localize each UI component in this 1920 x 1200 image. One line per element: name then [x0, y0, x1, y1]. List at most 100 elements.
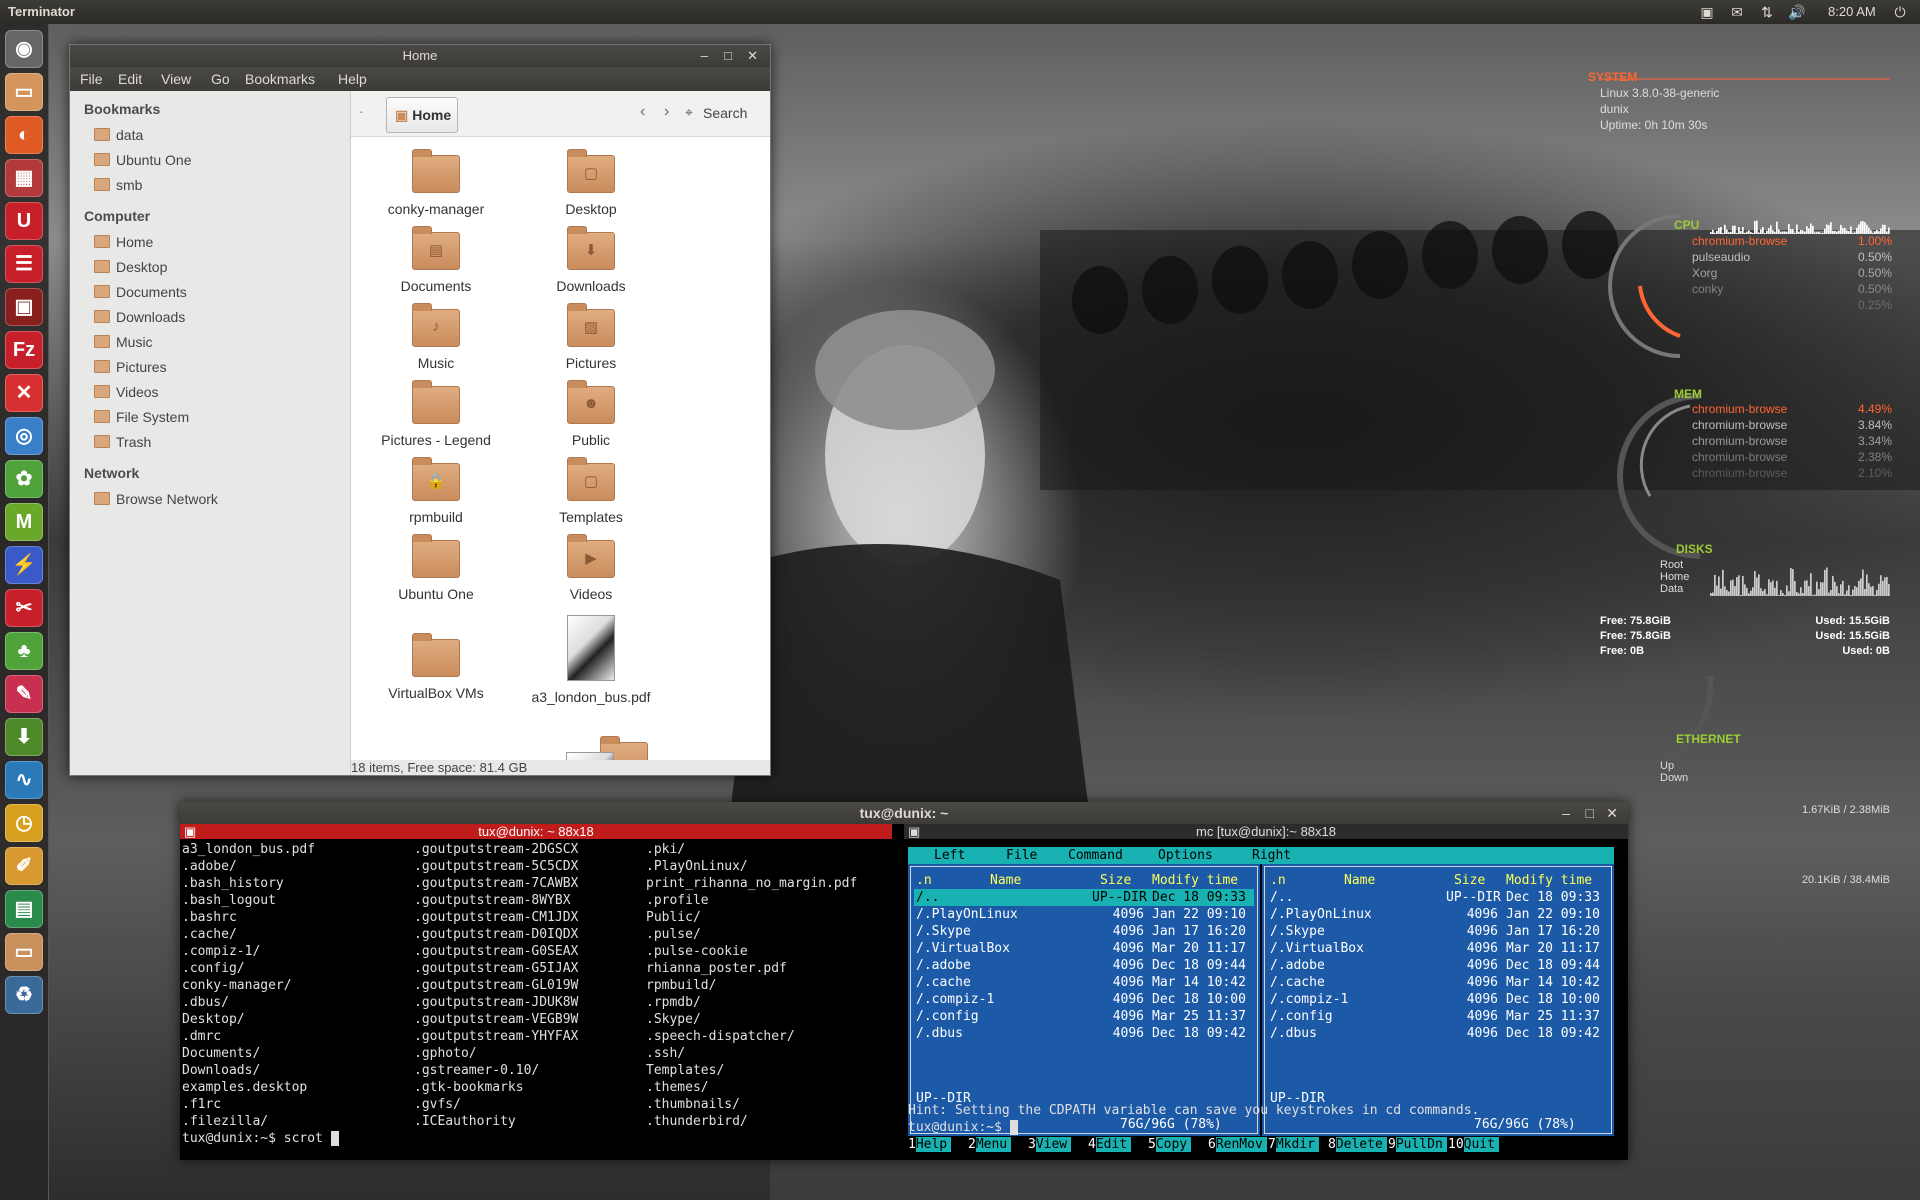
clock[interactable]: 8:20 AM	[1828, 4, 1876, 19]
file-item[interactable]: 🔒 rpmbuild	[361, 453, 511, 525]
file-item[interactable]: ▤ Documents	[361, 222, 511, 294]
brush-icon[interactable]: ✎	[5, 675, 43, 713]
files-icon[interactable]: ▭	[5, 73, 43, 111]
maximize-icon[interactable]: □	[724, 45, 732, 67]
sidebar-item-documents[interactable]: Documents	[94, 282, 187, 302]
download-icon[interactable]: ⬇	[5, 718, 43, 756]
mc-fkey-quit[interactable]: 10Quit	[1448, 1136, 1499, 1153]
monitor-icon[interactable]: ∿	[5, 761, 43, 799]
mc-file-row[interactable]: /.cache 4096 Mar 14 10:42	[914, 974, 1254, 991]
mc-file-row[interactable]: /.config 4096 Mar 25 11:37	[1268, 1008, 1608, 1025]
sidebar-item-smb[interactable]: smb	[94, 175, 142, 195]
file-item[interactable]: ♪ Music	[361, 299, 511, 371]
clock-app-icon[interactable]: ◷	[5, 804, 43, 842]
flower-icon[interactable]: ✿	[5, 460, 43, 498]
mc-fkey-delete[interactable]: 8Delete	[1328, 1136, 1387, 1153]
file-item[interactable]: ▨ Pictures	[516, 299, 666, 371]
mc-menu-left[interactable]: Left	[934, 847, 965, 864]
menu-file[interactable]: File	[80, 71, 103, 87]
search-button[interactable]: Search	[703, 105, 747, 121]
mc-file-row[interactable]: /.PlayOnLinux 4096 Jan 22 09:10	[1268, 906, 1608, 923]
mc-fkey-copy[interactable]: 5Copy	[1148, 1136, 1192, 1153]
volume-icon[interactable]: 🔊	[1787, 2, 1807, 22]
apps-icon[interactable]: ▦	[5, 159, 43, 197]
editor-icon[interactable]: ✐	[5, 847, 43, 885]
network-indicator-icon[interactable]: ⇅	[1757, 2, 1777, 22]
sidebar-item-desktop[interactable]: Desktop	[94, 257, 167, 277]
terminal-icon[interactable]: ▣	[5, 288, 43, 326]
chromium-icon[interactable]: ◎	[5, 417, 43, 455]
mc-file-row[interactable]: /.. UP--DIR Dec 18 09:33	[1268, 889, 1608, 906]
ubuntu-one-icon[interactable]: U	[5, 202, 43, 240]
minimize-icon[interactable]: –	[1562, 802, 1570, 824]
mc-file-row[interactable]: /.Skype 4096 Jan 17 16:20	[914, 923, 1254, 940]
terminal-left-pane[interactable]: a3_london_bus.pdf .adobe/ .bash_history .ba…	[180, 839, 892, 1160]
file-item[interactable]: Ubuntu One	[361, 530, 511, 602]
menu-edit[interactable]: Edit	[118, 71, 142, 87]
mc-fkey-renmov[interactable]: 6RenMov	[1208, 1136, 1267, 1153]
mc-file-row[interactable]: /.Skype 4096 Jan 17 16:20	[1268, 923, 1608, 940]
menu-bookmarks[interactable]: Bookmarks	[245, 71, 315, 87]
terminal-group-icon[interactable]: ▣	[184, 824, 196, 839]
tools-icon[interactable]: ✂	[5, 589, 43, 627]
mc-fkey-pulldn[interactable]: 9PullDn	[1388, 1136, 1447, 1153]
mail-icon[interactable]: ✉	[1727, 2, 1747, 22]
terminator-titlebar[interactable]: tux@dunix: ~ – □ ✕	[180, 802, 1628, 824]
mc-menu-file[interactable]: File	[1006, 847, 1037, 864]
back-icon[interactable]: ‹	[640, 103, 645, 121]
sidebar-item-data[interactable]: data	[94, 125, 143, 145]
file-item[interactable]: VirtualBox VMs	[361, 615, 511, 701]
sidebar-item-browse-network[interactable]: Browse Network	[94, 489, 218, 509]
sidebar-item-ubuntu-one[interactable]: Ubuntu One	[94, 150, 192, 170]
mc-file-row[interactable]: /.VirtualBox 4096 Mar 20 11:17	[914, 940, 1254, 957]
close-icon[interactable]: ✕	[747, 45, 758, 67]
mc-file-row[interactable]: /.adobe 4096 Dec 18 09:44	[1268, 957, 1608, 974]
sidebar-item-downloads[interactable]: Downloads	[94, 307, 185, 327]
network-tool-icon[interactable]: ⚡	[5, 546, 43, 584]
terminal-left-titlebar[interactable]: ▣ tux@dunix: ~ 88x18	[180, 824, 892, 839]
dash-home-icon[interactable]: ◉	[5, 30, 43, 68]
terminal-group-icon[interactable]: ▣	[908, 824, 920, 839]
minimize-icon[interactable]: –	[701, 45, 708, 67]
file-item[interactable]: ▶ Videos	[516, 530, 666, 602]
mc-fkey-help[interactable]: 1Help	[908, 1136, 952, 1153]
mc-file-row[interactable]: /.. UP--DIR Dec 18 09:33	[914, 889, 1254, 906]
trash-icon[interactable]: ♻	[5, 976, 43, 1014]
file-item[interactable]: ▢ Templates	[516, 453, 666, 525]
settings-icon[interactable]: ☰	[5, 245, 43, 283]
terminal-right-pane[interactable]: Left File Command Options Right .n Name Size Mo…	[904, 839, 1628, 1160]
mc-file-row[interactable]: /.compiz-1 4096 Dec 18 10:00	[1268, 991, 1608, 1008]
mc-file-row[interactable]: /.PlayOnLinux 4096 Jan 22 09:10	[914, 906, 1254, 923]
fm-titlebar[interactable]: Home – □ ✕	[70, 45, 770, 67]
mc-left-panel[interactable]: .n Name Size Modify time /.. UP--DIR Dec 18 09…	[908, 864, 1260, 1136]
mc-fkey-menu[interactable]: 2Menu	[968, 1136, 1012, 1153]
file-item[interactable]: ▢ Desktop	[516, 145, 666, 217]
menu-view[interactable]: View	[161, 71, 191, 87]
sidebar-item-file-system[interactable]: File System	[94, 407, 189, 427]
file-item[interactable]: Pictures - Legend	[361, 376, 511, 448]
path-scroll-left-icon[interactable]: ·	[359, 103, 364, 119]
mc-file-row[interactable]: /.adobe 4096 Dec 18 09:44	[914, 957, 1254, 974]
sidebar-item-trash[interactable]: Trash	[94, 432, 151, 452]
forward-icon[interactable]: ›	[664, 103, 669, 121]
file-item[interactable]: a3_london_bus.pdf	[516, 615, 666, 705]
mc-menu-right[interactable]: Right	[1252, 847, 1291, 864]
m-app-icon[interactable]: M	[5, 503, 43, 541]
mc-file-row[interactable]: /.dbus 4096 Dec 18 09:42	[1268, 1025, 1608, 1042]
mc-menu-command[interactable]: Command	[1068, 847, 1123, 864]
mc-file-row[interactable]: /.config 4096 Mar 25 11:37	[914, 1008, 1254, 1025]
close-app-icon[interactable]: ✕	[5, 374, 43, 412]
mc-file-row[interactable]: /.VirtualBox 4096 Mar 20 11:17	[1268, 940, 1608, 957]
mc-fkey-edit[interactable]: 4Edit	[1088, 1136, 1132, 1153]
mc-fkey-view[interactable]: 3View	[1028, 1136, 1072, 1153]
file-item[interactable]: conky-manager	[361, 145, 511, 217]
clover-icon[interactable]: ♣	[5, 632, 43, 670]
sidebar-item-pictures[interactable]: Pictures	[94, 357, 167, 377]
filezilla-icon[interactable]: Fz	[5, 331, 43, 369]
terminal-right-titlebar[interactable]: ▣ mc [tux@dunix]:~ 88x18	[904, 824, 1628, 839]
menu-go[interactable]: Go	[211, 71, 230, 87]
mc-prompt[interactable]: tux@dunix:~$ _	[908, 1119, 1018, 1136]
spreadsheet-icon[interactable]: ▤	[5, 890, 43, 928]
mc-file-row[interactable]: /.compiz-1 4096 Dec 18 10:00	[914, 991, 1254, 1008]
keyboard-indicator-icon[interactable]: ▣	[1697, 2, 1717, 22]
